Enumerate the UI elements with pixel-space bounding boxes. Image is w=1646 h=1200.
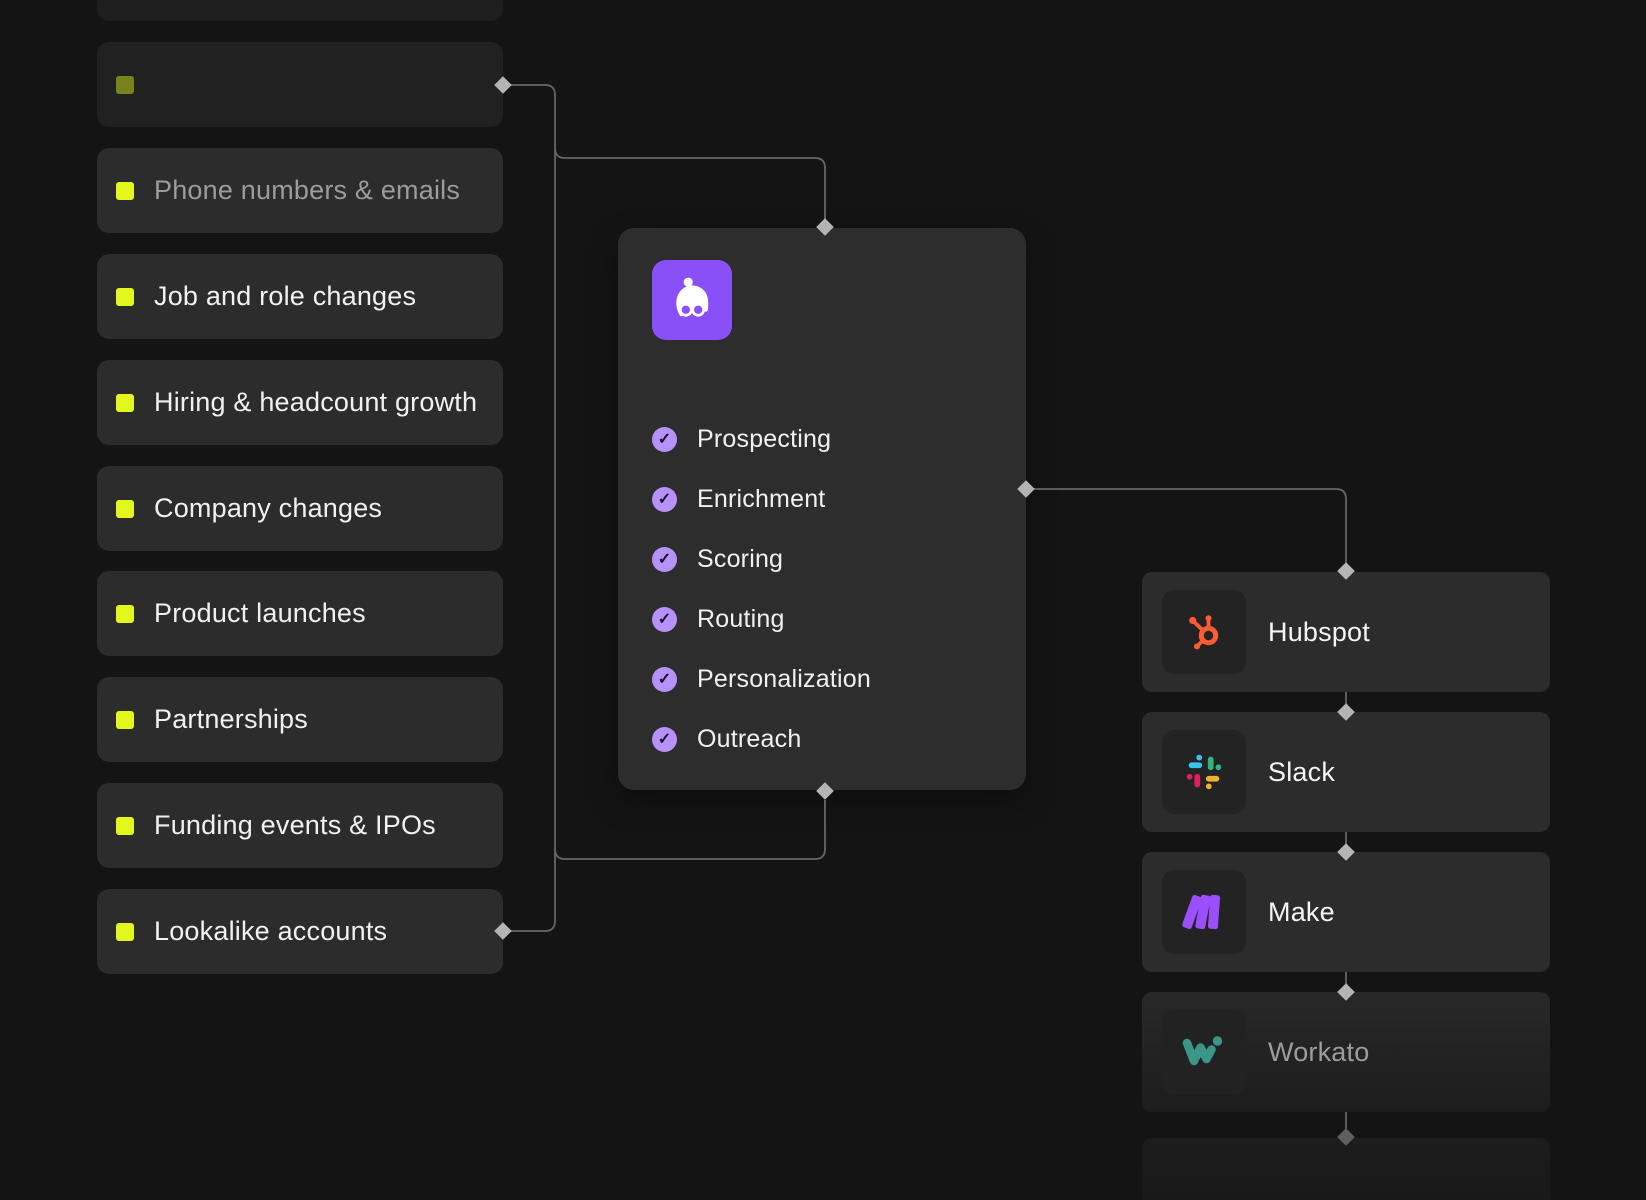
signal-card: Job and role changes (97, 254, 503, 339)
capability-label: Enrichment (697, 485, 825, 514)
integration-label: Workato (1268, 1037, 1369, 1068)
signal-card: Phone numbers & emails (97, 148, 503, 233)
signal-card: Hiring & headcount growth (97, 360, 503, 445)
capability-row: Routing (652, 607, 1006, 632)
signal-bullet-icon (116, 605, 134, 623)
capability-row: Prospecting (652, 427, 1006, 452)
integration-label: Slack (1268, 757, 1335, 788)
hubspot-logo-icon (1162, 590, 1246, 674)
integration-card-slack: Slack (1142, 712, 1550, 832)
check-circle-icon (652, 667, 677, 692)
signal-label: Phone numbers & emails (154, 175, 460, 206)
signal-label: Funding events & IPOs (154, 810, 436, 841)
check-circle-icon (652, 727, 677, 752)
signal-bullet-icon (116, 923, 134, 941)
signal-card: Funding events & IPOs (97, 783, 503, 868)
signal-label: Job and role changes (154, 281, 416, 312)
signal-label: Product launches (154, 598, 366, 629)
capability-row: Personalization (652, 667, 1006, 692)
signal-card: Product launches (97, 571, 503, 656)
capability-label: Personalization (697, 665, 871, 694)
diagram-canvas: Phone numbers & emails Job and role chan… (0, 0, 1646, 1200)
capability-label: Prospecting (697, 425, 831, 454)
persona-avatar-icon (652, 260, 732, 340)
agent-card: Prospecting Enrichment Scoring Routing P… (618, 228, 1026, 790)
integration-label: Make (1268, 897, 1335, 928)
capability-label: Outreach (697, 725, 801, 754)
capability-row: Enrichment (652, 487, 1006, 512)
capability-label: Routing (697, 605, 785, 634)
check-circle-icon (652, 607, 677, 632)
signal-bullet-icon (116, 76, 134, 94)
signal-label: Hiring & headcount growth (154, 387, 477, 418)
integration-card-workato: Workato (1142, 992, 1550, 1112)
slack-logo-icon (1162, 730, 1246, 814)
integration-card-hubspot: Hubspot (1142, 572, 1550, 692)
check-circle-icon (652, 547, 677, 572)
signal-bullet-icon (116, 817, 134, 835)
capability-label: Scoring (697, 545, 783, 574)
integration-card-make: Make (1142, 852, 1550, 972)
signal-bullet-icon (116, 500, 134, 518)
capability-row: Outreach (652, 727, 1006, 752)
signal-card-loading (97, 42, 503, 127)
signal-bullet-icon (116, 394, 134, 412)
signal-bullet-icon (116, 182, 134, 200)
signal-card: Partnerships (97, 677, 503, 762)
integration-label: Hubspot (1268, 617, 1370, 648)
workato-logo-icon (1162, 1010, 1246, 1094)
signal-card: Lookalike accounts (97, 889, 503, 974)
integration-card-partial (1142, 1138, 1550, 1200)
signal-bullet-icon (116, 711, 134, 729)
capability-list: Prospecting Enrichment Scoring Routing P… (652, 427, 1006, 752)
make-logo-icon (1162, 870, 1246, 954)
signal-label: Partnerships (154, 704, 308, 735)
signal-label: Lookalike accounts (154, 916, 387, 947)
check-circle-icon (652, 487, 677, 512)
check-circle-icon (652, 427, 677, 452)
signal-card-partial (97, 0, 503, 21)
signal-bullet-icon (116, 288, 134, 306)
signal-card: Company changes (97, 466, 503, 551)
signal-label: Company changes (154, 493, 382, 524)
capability-row: Scoring (652, 547, 1006, 572)
